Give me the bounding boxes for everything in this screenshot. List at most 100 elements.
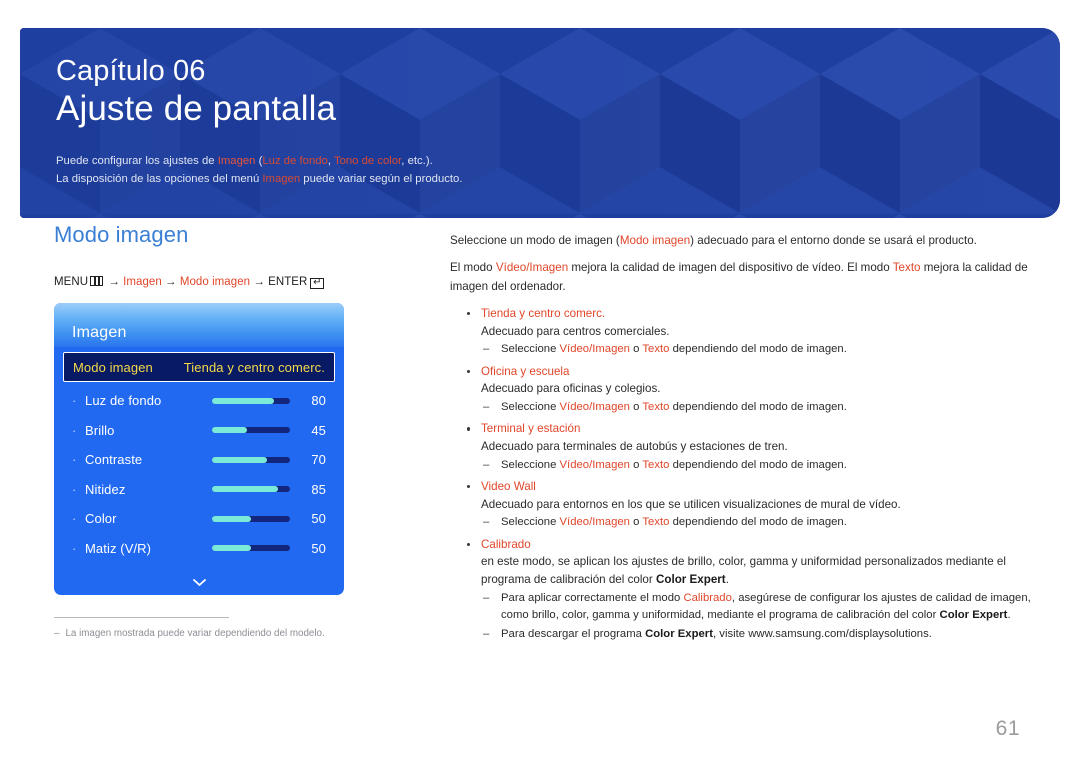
sub-list: Seleccione Vídeo/Imagen o Texto dependie… xyxy=(481,399,1042,417)
p2-pre: El modo xyxy=(450,261,496,275)
sub-item-descargar: Para descargar el programa Color Expert,… xyxy=(481,626,1042,644)
note1-keyword-luz-de-fondo: Luz de fondo xyxy=(262,154,328,167)
sub-keyword-texto: Texto xyxy=(642,400,670,413)
calibrado-desc-bold: Color Expert xyxy=(655,573,726,587)
menu-word: MENU xyxy=(54,276,89,288)
intro-paragraph-1: Seleccione un modo de imagen (Modo image… xyxy=(450,232,1042,250)
sub-mid: o xyxy=(629,343,643,356)
osd-slider-value: 70 xyxy=(311,452,326,468)
osd-rows-container: Modo imagen Tienda y centro comerc. · Lu… xyxy=(54,347,344,569)
osd-slider[interactable] xyxy=(212,397,290,404)
osd-row-label: Matiz (V/R) xyxy=(85,540,152,556)
osd-row-modo-imagen[interactable]: Modo imagen Tienda y centro comerc. xyxy=(63,352,335,382)
sub-keyword-texto: Texto xyxy=(642,343,670,356)
bullet-title: Calibrado xyxy=(481,537,531,551)
sub-post: dependiendo del modo de imagen. xyxy=(669,400,847,413)
sub-item: Seleccione Vídeo/Imagen o Texto dependie… xyxy=(481,341,1042,359)
osd-slider[interactable] xyxy=(212,486,290,493)
note1-post: , etc.). xyxy=(401,154,433,167)
osd-row-luz-de-fondo[interactable]: · Luz de fondo 80 xyxy=(54,386,344,416)
bullet-description: Adecuado para oficinas y colegios. xyxy=(481,382,661,396)
note2-keyword-imagen: Imagen xyxy=(262,172,301,185)
right-column: Seleccione un modo de imagen (Modo image… xyxy=(450,232,1042,647)
sub2-post: , visite www.samsung.com/displaysolution… xyxy=(712,627,932,640)
sub-keyword-video-imagen: Vídeo/Imagen xyxy=(559,400,630,413)
sub-keyword-texto: Texto xyxy=(642,516,670,529)
osd-row-matiz[interactable]: · Matiz (V/R) 50 xyxy=(54,534,344,564)
header-note-line-2: La disposición de las opciones del menú … xyxy=(56,170,1060,188)
list-item-terminal: Terminal y estación Adecuado para termin… xyxy=(450,420,1042,474)
footnote-divider xyxy=(54,617,229,618)
osd-row-bullet: · xyxy=(72,452,77,468)
menu-grid-icon xyxy=(90,276,104,286)
osd-menu-panel: Imagen Modo imagen Tienda y centro comer… xyxy=(54,303,344,595)
sub-list: Seleccione Vídeo/Imagen o Texto dependie… xyxy=(481,457,1042,475)
osd-row-value: Tienda y centro comerc. xyxy=(183,359,325,375)
sub-keyword-video-imagen: Vídeo/Imagen xyxy=(559,458,630,471)
list-item-tienda: Tienda y centro comerc. Adecuado para ce… xyxy=(450,305,1042,359)
sub-list: Seleccione Vídeo/Imagen o Texto dependie… xyxy=(481,341,1042,359)
header-note-line-1: Puede configurar los ajustes de Imagen (… xyxy=(56,152,1060,170)
osd-slider-fill xyxy=(212,397,275,404)
bullet-title: Video Wall xyxy=(481,480,536,494)
footnote-block: – La imagen mostrada puede variar depend… xyxy=(54,617,344,642)
page-number: 61 xyxy=(995,717,1020,740)
sub-mid: o xyxy=(629,458,643,471)
bullet-description: Adecuado para centros comerciales. xyxy=(481,324,670,338)
osd-slider[interactable] xyxy=(212,427,290,434)
osd-row-label: Modo imagen xyxy=(73,359,153,375)
p1-keyword-modo-imagen: Modo imagen xyxy=(619,234,691,247)
osd-row-bullet: · xyxy=(72,422,77,438)
osd-slider-fill xyxy=(212,515,251,522)
sub-pre: Seleccione xyxy=(501,516,560,529)
sub-item: Seleccione Vídeo/Imagen o Texto dependie… xyxy=(481,399,1042,417)
sub1-pre: Para aplicar correctamente el modo xyxy=(501,591,684,604)
sub-item: Seleccione Vídeo/Imagen o Texto dependie… xyxy=(481,457,1042,475)
osd-row-bullet: · xyxy=(72,393,77,409)
path-item-imagen: Imagen xyxy=(123,276,162,288)
chevron-down-icon xyxy=(192,578,206,586)
bullet-description: Adecuado para terminales de autobús y es… xyxy=(481,439,788,453)
sub-post: dependiendo del modo de imagen. xyxy=(669,458,847,471)
osd-row-color[interactable]: · Color 50 xyxy=(54,504,344,534)
bullet-description: Adecuado para entornos en los que se uti… xyxy=(481,497,901,511)
osd-scroll-footer[interactable] xyxy=(54,569,344,595)
calibrado-desc-post: . xyxy=(725,573,729,587)
sub-mid: o xyxy=(629,516,643,529)
path-arrow-3: → xyxy=(253,276,265,288)
osd-slider-fill xyxy=(212,486,279,493)
path-item-modo-imagen: Modo imagen xyxy=(179,276,251,288)
sub-list: Seleccione Vídeo/Imagen o Texto dependie… xyxy=(481,514,1042,532)
osd-slider-value: 80 xyxy=(311,393,326,409)
list-item-video-wall: Video Wall Adecuado para entornos en los… xyxy=(450,478,1042,532)
chapter-title: Ajuste de pantalla xyxy=(56,89,337,129)
bullet-title: Oficina y escuela xyxy=(481,364,570,378)
footnote-text: La imagen mostrada puede variar dependie… xyxy=(65,628,325,639)
osd-row-brillo[interactable]: · Brillo 45 xyxy=(54,416,344,446)
note2-pre: La disposición de las opciones del menú xyxy=(56,172,263,185)
sub1-bold-color-expert: Color Expert xyxy=(939,609,1008,622)
path-arrow-2: → xyxy=(165,276,177,288)
sub-post: dependiendo del modo de imagen. xyxy=(669,343,847,356)
intro-paragraph-2: El modo Vídeo/Imagen mejora la calidad d… xyxy=(450,259,1042,296)
osd-slider[interactable] xyxy=(212,545,290,552)
menu-path-breadcrumb: MENU → Imagen → Modo imagen → ENTER ↵ xyxy=(54,276,424,289)
osd-row-contraste[interactable]: · Contraste 70 xyxy=(54,445,344,475)
osd-row-nitidez[interactable]: · Nitidez 85 xyxy=(54,475,344,505)
sub-list: Para aplicar correctamente el modo Calib… xyxy=(481,590,1042,644)
list-item-oficina: Oficina y escuela Adecuado para oficinas… xyxy=(450,363,1042,417)
osd-row-bullet: · xyxy=(72,481,77,497)
osd-slider[interactable] xyxy=(212,456,290,463)
osd-slider-fill xyxy=(212,545,251,552)
sub2-bold-color-expert: Color Expert xyxy=(645,627,713,640)
sub-pre: Seleccione xyxy=(501,400,560,413)
p1-pre: Seleccione un modo de imagen ( xyxy=(450,234,620,247)
osd-slider[interactable] xyxy=(212,515,290,522)
osd-row-label: Brillo xyxy=(85,422,115,438)
enter-word: ENTER xyxy=(268,276,308,288)
osd-slider-value: 50 xyxy=(311,511,326,527)
picture-mode-list: Tienda y centro comerc. Adecuado para ce… xyxy=(450,305,1042,643)
list-item-calibrado: Calibrado en este modo, se aplican los a… xyxy=(450,536,1042,643)
note1-keyword-imagen: Imagen xyxy=(217,154,256,167)
calibrado-desc-pre: en este modo, se aplican los ajustes de … xyxy=(481,555,1006,587)
